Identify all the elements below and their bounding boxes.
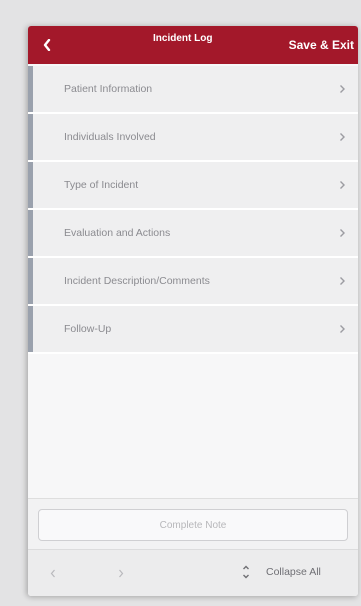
collapse-all-button[interactable]: Collapse All <box>266 566 321 578</box>
chevron-left-icon <box>50 569 55 577</box>
chevron-right-icon <box>340 85 345 93</box>
chevron-right-icon <box>340 277 345 285</box>
section-evaluation-and-actions[interactable]: Evaluation and Actions <box>28 210 358 258</box>
complete-note-button[interactable]: Complete Note <box>38 509 348 541</box>
section-accent-bar <box>28 258 33 304</box>
chevron-right-icon <box>340 229 345 237</box>
section-label: Incident Description/Comments <box>64 275 210 287</box>
section-accent-bar <box>28 66 33 112</box>
section-accent-bar <box>28 162 33 208</box>
section-accent-bar <box>28 306 33 352</box>
previous-button[interactable] <box>46 566 60 580</box>
back-button[interactable] <box>36 33 58 57</box>
next-button[interactable] <box>114 566 128 580</box>
chevron-right-icon <box>340 325 345 333</box>
section-label: Evaluation and Actions <box>64 227 171 239</box>
section-individuals-involved[interactable]: Individuals Involved <box>28 114 358 162</box>
section-accent-bar <box>28 210 33 256</box>
collapse-icon[interactable] <box>242 564 250 580</box>
complete-note-area: Complete Note <box>28 498 358 549</box>
app-screen: Incident Log Save & Exit Patient Informa… <box>28 26 358 596</box>
section-patient-information[interactable]: Patient Information <box>28 66 358 114</box>
page-title: Incident Log <box>153 33 213 44</box>
chevron-right-icon <box>340 133 345 141</box>
section-type-of-incident[interactable]: Type of Incident <box>28 162 358 210</box>
save-exit-button[interactable]: Save & Exit <box>289 38 354 52</box>
section-follow-up[interactable]: Follow-Up <box>28 306 358 354</box>
footer-toolbar: Collapse All <box>28 549 358 596</box>
section-incident-description[interactable]: Incident Description/Comments <box>28 258 358 306</box>
chevron-right-icon <box>340 181 345 189</box>
section-label: Follow-Up <box>64 323 112 335</box>
chevron-right-icon <box>119 569 124 577</box>
section-label: Individuals Involved <box>64 131 156 143</box>
section-label: Type of Incident <box>64 179 139 191</box>
chevron-left-icon <box>43 39 51 51</box>
section-accent-bar <box>28 114 33 160</box>
section-label: Patient Information <box>64 83 153 95</box>
section-list: Patient Information Individuals Involved… <box>28 66 358 354</box>
header-bar: Incident Log Save & Exit <box>28 26 358 64</box>
